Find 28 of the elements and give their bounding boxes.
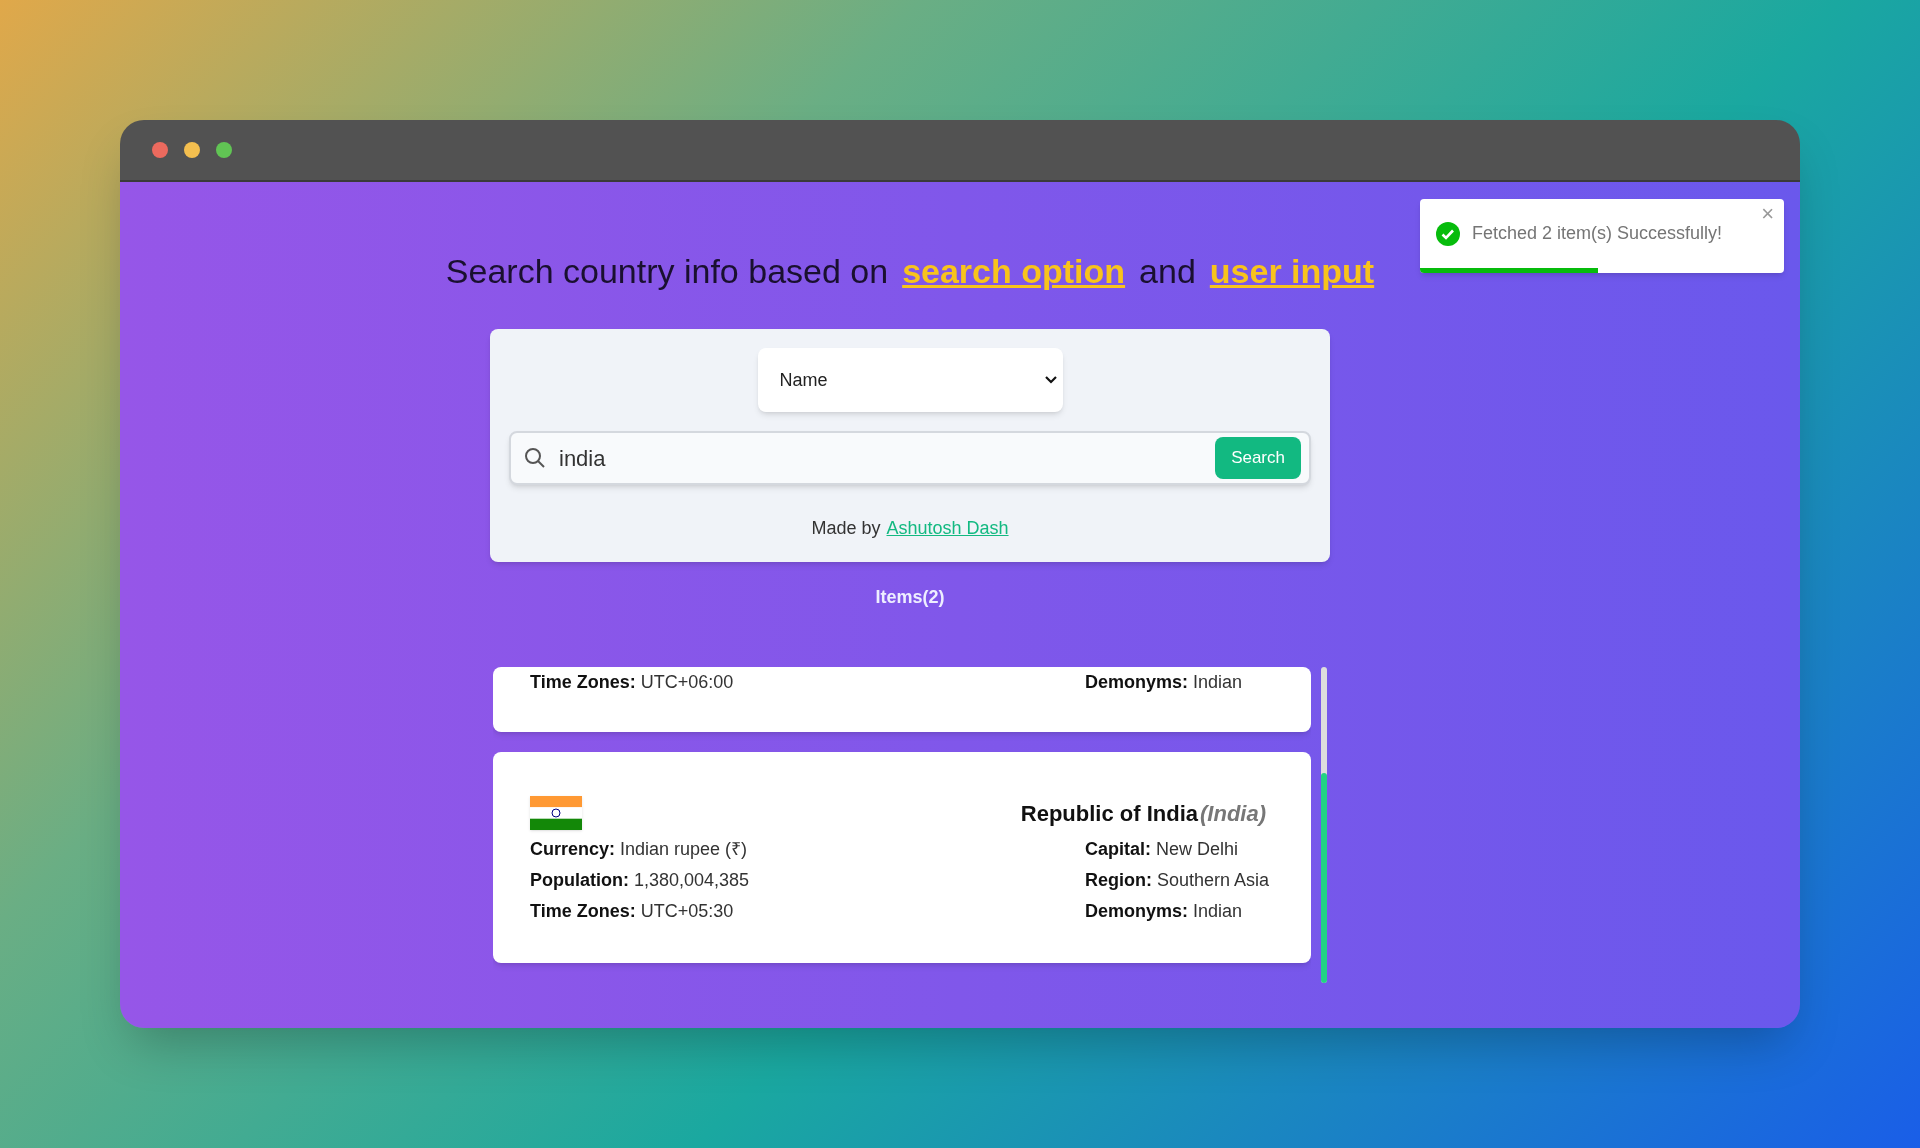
info-field: Demonyms: Indian bbox=[1085, 898, 1270, 925]
info-field: Currency: Indian rupee (₹) bbox=[530, 836, 1085, 863]
maximize-window-icon[interactable] bbox=[216, 142, 232, 158]
items-count: Items(2) bbox=[875, 586, 945, 609]
country-official-name: Republic of India bbox=[1020, 799, 1198, 828]
chevron-down-icon bbox=[1044, 376, 1057, 384]
search-button[interactable]: Search bbox=[1215, 437, 1301, 479]
info-field: Capital: New Delhi bbox=[1085, 836, 1270, 863]
info-field: Time Zones: UTC+05:30 bbox=[530, 898, 1085, 925]
info-field: Population: 1,380,004,385 bbox=[530, 867, 1085, 894]
author-link[interactable]: Ashutosh Dash bbox=[886, 515, 1009, 542]
heading-text: Search country info based on bbox=[445, 250, 889, 292]
minimize-window-icon[interactable] bbox=[184, 142, 200, 158]
info-field: Time Zones: UTC+06:00 bbox=[530, 669, 1085, 696]
heading-text: and bbox=[1139, 250, 1196, 292]
search-field[interactable]: india Search bbox=[509, 431, 1311, 485]
info-field: Region: Southern Asia bbox=[1085, 867, 1270, 894]
highlighted-term: search option bbox=[902, 250, 1126, 292]
highlighted-term: user input bbox=[1209, 250, 1375, 292]
scrollbar-thumb[interactable] bbox=[1321, 773, 1327, 983]
country-common-name: (India) bbox=[1200, 799, 1266, 828]
credit-text: Made by bbox=[811, 517, 881, 540]
close-window-icon[interactable] bbox=[152, 142, 168, 158]
info-field: Demonyms: Indian bbox=[1085, 669, 1243, 696]
search-icon bbox=[523, 446, 547, 470]
search-option-dropdown[interactable]: Name bbox=[757, 348, 1063, 412]
check-circle-icon bbox=[1436, 221, 1460, 246]
toast-message: Fetched 2 item(s) Successfully! bbox=[1472, 222, 1723, 245]
